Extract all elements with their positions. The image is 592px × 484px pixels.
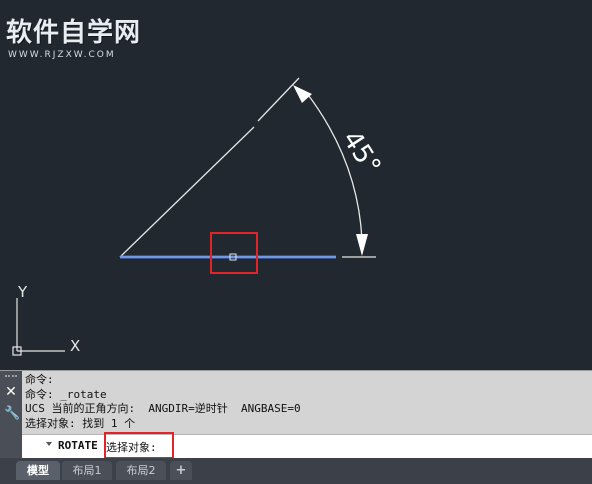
angle-dimension-text: 45° — [336, 125, 386, 180]
grip-dots — [5, 375, 17, 381]
current-command-name: ROTATE — [58, 439, 98, 452]
wrench-icon[interactable]: 🔧 — [4, 407, 20, 421]
ucs-y-label: Y — [17, 283, 28, 301]
command-line-panel: ✕ 🔧 命令: 命令: _rotate UCS 当前的正角方向: ANGDIR=… — [0, 370, 592, 459]
command-history: 命令: 命令: _rotate UCS 当前的正角方向: ANGDIR=逆时针 … — [25, 373, 585, 431]
layout-tab-bar: 模型 布局1 布局2 + — [0, 458, 592, 484]
history-line: 命令: _rotate — [25, 387, 107, 401]
dimension-arrow-bottom — [356, 234, 368, 256]
ucs-x-label: X — [70, 337, 80, 355]
tab-layout2[interactable]: 布局2 — [116, 461, 166, 480]
drawing-svg[interactable]: 45° Y X — [0, 0, 592, 370]
dimension-arrow-top — [293, 85, 312, 103]
command-line-grip[interactable]: ✕ 🔧 — [0, 371, 22, 459]
command-dropdown-icon[interactable] — [46, 442, 52, 446]
history-line: 命令: — [25, 373, 54, 386]
selection-highlight-box — [210, 232, 258, 274]
tab-model[interactable]: 模型 — [16, 461, 60, 480]
tab-layout1[interactable]: 布局1 — [62, 461, 112, 480]
history-line: 选择对象: 找到 1 个 — [25, 416, 136, 430]
diagonal-line-upper[interactable] — [257, 77, 300, 122]
prompt-highlight-box — [104, 432, 174, 459]
diagonal-line-lower[interactable] — [119, 126, 255, 258]
close-icon[interactable]: ✕ — [4, 385, 18, 399]
add-layout-button[interactable]: + — [170, 461, 192, 480]
history-line: UCS 当前的正角方向: ANGDIR=逆时针 ANGBASE=0 — [25, 402, 301, 415]
